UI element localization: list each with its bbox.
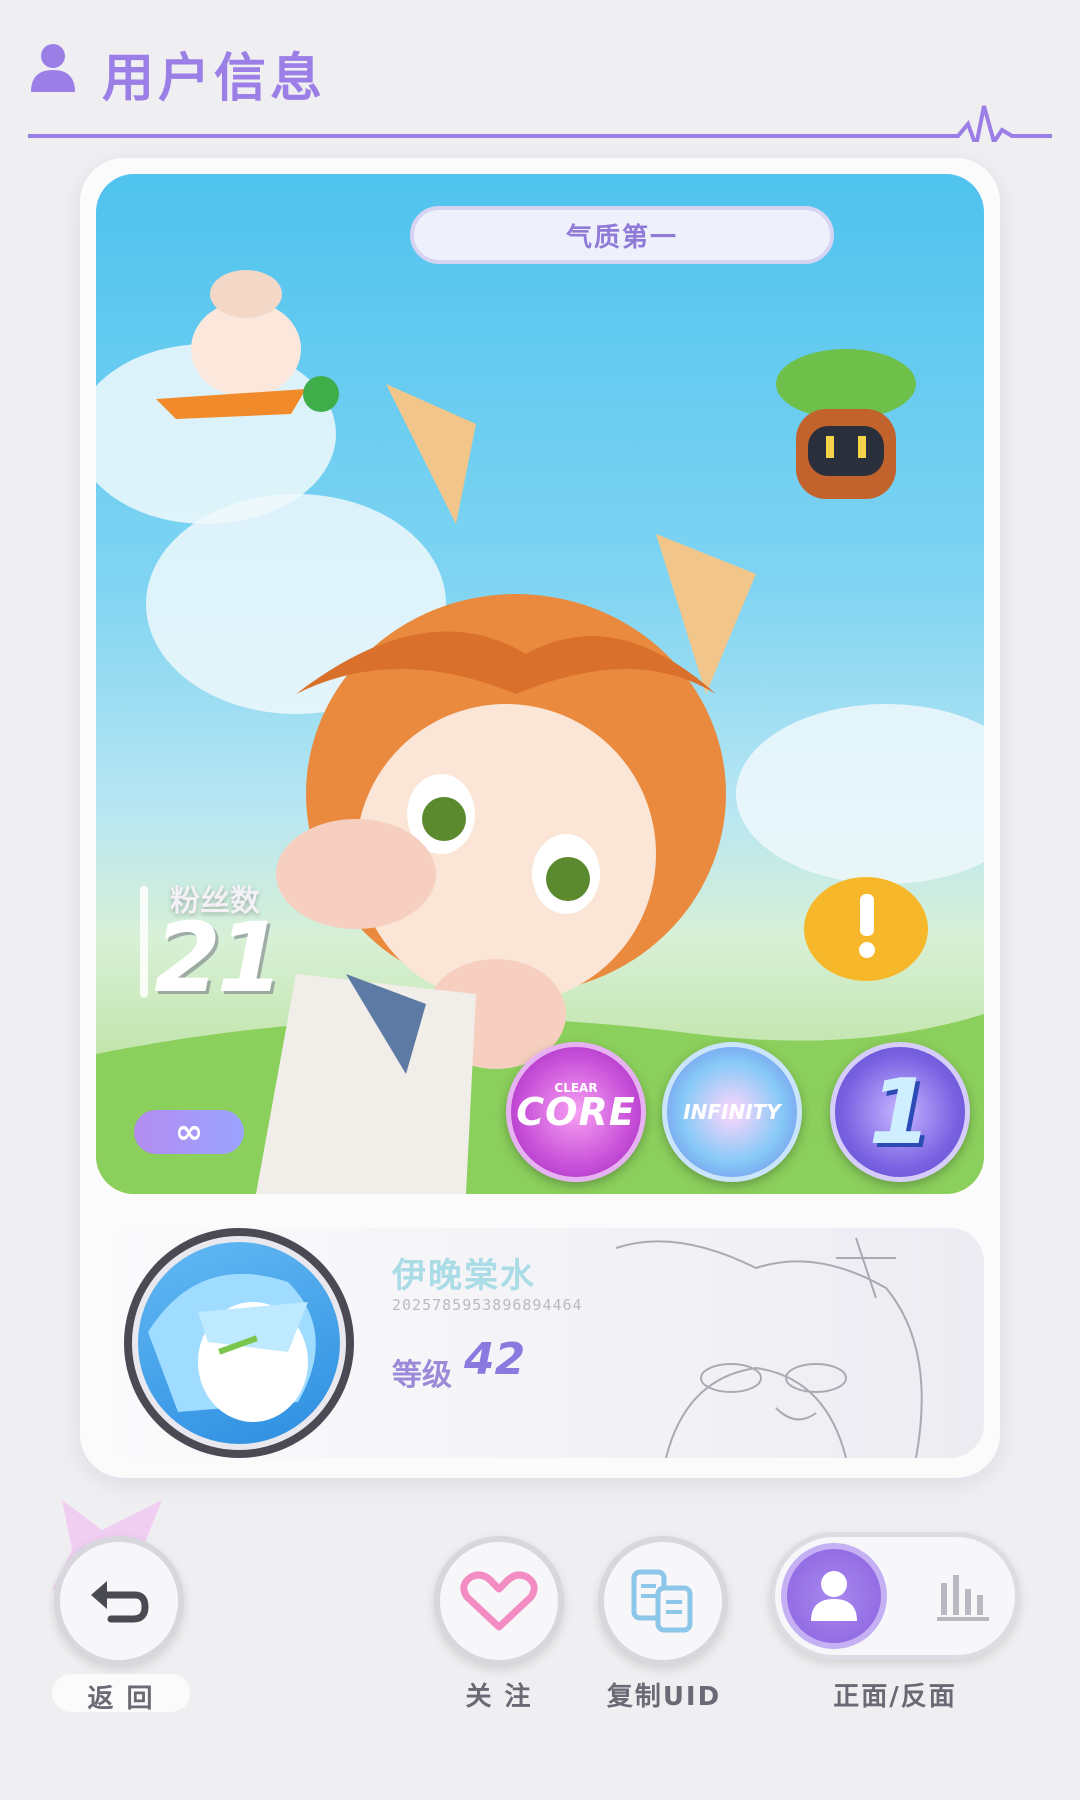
profile-card: 气质第一 粉丝数 21 ∞ CLEAR CORE INFINITY 1 伊晚棠水…: [80, 158, 1000, 1478]
copy-id-icon: [631, 1569, 693, 1633]
artwork-scene: [96, 270, 984, 1194]
avatar-image: [132, 1236, 346, 1450]
fans-count: 21: [154, 902, 284, 1014]
profile-panel: 伊晚棠水 2025785953896894464 等级 42: [96, 1228, 984, 1458]
user-uid: 2025785953896894464: [392, 1296, 583, 1314]
level-label: 等级: [392, 1358, 452, 1393]
fans-divider: [140, 886, 148, 998]
copy-uid-button[interactable]: [598, 1536, 728, 1666]
copy-uid-label[interactable]: 复制UID: [594, 1676, 734, 1713]
follow-button[interactable]: [434, 1536, 564, 1666]
user-icon: [811, 1571, 857, 1621]
username: 伊晚棠水: [392, 1256, 536, 1296]
follow-label[interactable]: 关 注: [434, 1676, 564, 1713]
back-button[interactable]: [54, 1536, 184, 1666]
clear-core-badge: CLEAR CORE: [506, 1042, 646, 1182]
level-value: 42: [464, 1334, 526, 1385]
front-side-knob[interactable]: [781, 1543, 887, 1649]
character-artwork[interactable]: 气质第一 粉丝数 21 ∞ CLEAR CORE INFINITY 1: [96, 174, 984, 1194]
badge-text: 1: [868, 1059, 932, 1165]
badge-text: INFINITY: [683, 1100, 781, 1124]
infinity-badge: ∞: [134, 1110, 244, 1154]
badge-text: CORE: [516, 1090, 636, 1134]
sketch-background: [615, 1237, 923, 1458]
page-header: 用户信息: [28, 30, 1052, 142]
title-badge: 气质第一: [410, 206, 834, 264]
user-icon: [31, 44, 75, 92]
flip-label[interactable]: 正面/反面: [800, 1676, 990, 1713]
page-title: 用户信息: [102, 49, 327, 109]
undo-arrow-icon: [91, 1581, 149, 1623]
avatar[interactable]: [124, 1228, 354, 1458]
avatar-art: [148, 1273, 316, 1422]
back-label[interactable]: 返 回: [52, 1678, 190, 1715]
bar-chart-icon[interactable]: [937, 1573, 989, 1621]
front-back-toggle[interactable]: [770, 1532, 1020, 1660]
infinity-clear-badge: INFINITY: [662, 1042, 802, 1182]
header-underline: [28, 105, 1052, 142]
rank-one-badge: 1: [830, 1042, 970, 1182]
heart-icon: [460, 1571, 538, 1631]
badge-small-text: CLEAR: [554, 1081, 598, 1095]
